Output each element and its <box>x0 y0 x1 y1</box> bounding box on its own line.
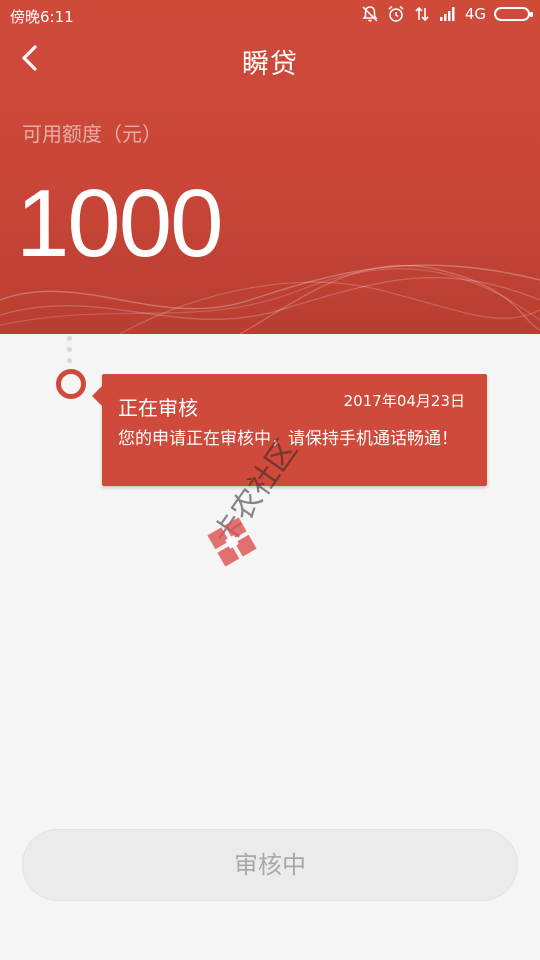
timeline-connector <box>67 336 73 370</box>
data-icon <box>415 6 429 22</box>
header-banner: 傍晚6:11 4G 瞬贷 可用额度（元） 1000 <box>0 0 540 334</box>
network-label: 4G <box>464 5 486 23</box>
under-review-button[interactable]: 审核中 <box>22 829 518 901</box>
available-limit-label: 可用额度（元） <box>22 122 162 146</box>
status-icons: 4G <box>361 5 533 23</box>
status-date: 2017年04月23日 <box>343 392 465 410</box>
status-title: 正在审核 <box>118 396 198 420</box>
nav-bar: 瞬贷 <box>0 30 540 90</box>
alarm-icon <box>388 5 404 22</box>
silent-icon <box>362 6 378 22</box>
decorative-waves <box>0 264 540 334</box>
signal-icon <box>439 7 455 21</box>
battery-icon <box>494 7 533 21</box>
watermark-logo: 卡农社区 <box>207 433 305 567</box>
page-title: 瞬贷 <box>242 49 298 80</box>
status-bar: 傍晚6:11 4G <box>0 0 540 30</box>
timeline-node <box>56 369 86 399</box>
status-time: 傍晚6:11 <box>10 8 74 26</box>
